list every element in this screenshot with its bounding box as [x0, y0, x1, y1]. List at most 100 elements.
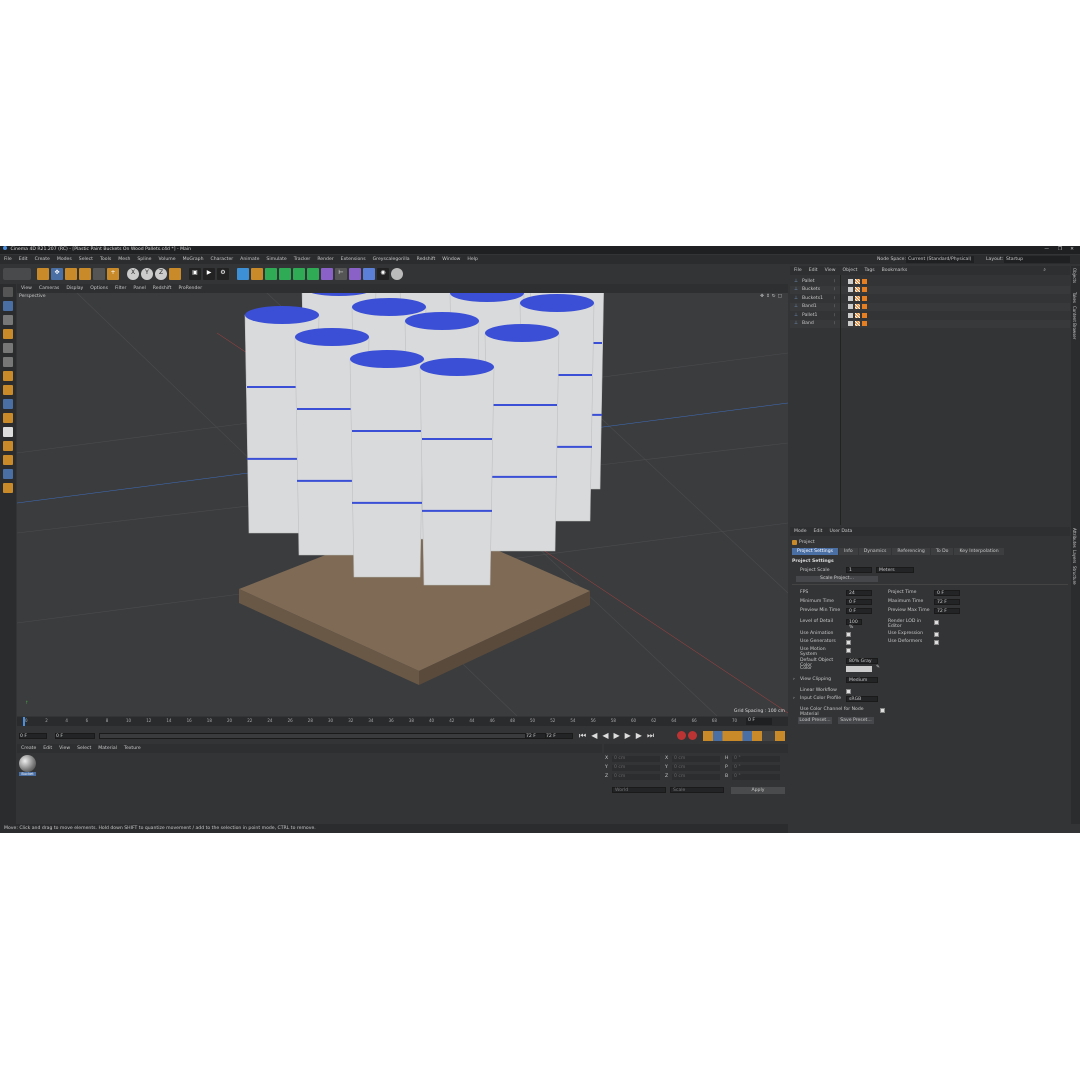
- color-swatch[interactable]: [846, 666, 872, 672]
- visibility-dots-icon[interactable]: ⁝: [834, 287, 848, 292]
- viewport-menu-display[interactable]: Display: [66, 286, 83, 291]
- undo-icon[interactable]: [3, 268, 31, 280]
- maxtime-field[interactable]: 72 F: [934, 599, 960, 605]
- clip-field[interactable]: Medium: [846, 677, 878, 683]
- object-row[interactable]: ⊥ Pallet ⁝: [790, 277, 1070, 285]
- object-name[interactable]: Buckets: [802, 287, 834, 292]
- timeline-ruler[interactable]: 0 2 4 6 8 10 12 14 16 18 20 22 24 26 28 30 32 34 36 38 40 42 4…: [17, 717, 788, 726]
- object-name[interactable]: Pallet1: [802, 313, 834, 318]
- right-tab-structure[interactable]: Structure: [1072, 566, 1077, 585]
- menu-modes[interactable]: Modes: [57, 257, 72, 262]
- x-axis-icon[interactable]: X: [127, 268, 139, 280]
- minimize-icon[interactable]: —: [1044, 246, 1049, 254]
- start2-field[interactable]: 0 F: [55, 733, 95, 739]
- object-row[interactable]: ⊥ Buckets ⁝: [790, 285, 1070, 294]
- light-icon[interactable]: [391, 268, 403, 280]
- camera-icon[interactable]: ◉: [377, 268, 389, 280]
- material-tag-icon[interactable]: [848, 278, 853, 284]
- use-deformers-checkbox[interactable]: [934, 640, 939, 645]
- right-tab-objects[interactable]: Objects: [1072, 268, 1077, 283]
- viewport-menu-view[interactable]: View: [21, 286, 32, 291]
- attr-menu-user-data[interactable]: User Data: [829, 529, 852, 534]
- right-tab-layers[interactable]: Layers: [1072, 550, 1077, 563]
- load-preset-button[interactable]: Load Preset...: [798, 717, 832, 724]
- render-settings-icon[interactable]: ⚙: [217, 268, 229, 280]
- cube-icon[interactable]: [237, 268, 249, 280]
- object-name[interactable]: Pallet: [802, 279, 834, 284]
- material-menu-edit[interactable]: Edit: [43, 746, 52, 751]
- gradient-icon[interactable]: [3, 455, 13, 465]
- coord-field[interactable]: 0 °: [732, 756, 780, 762]
- menu-tracker[interactable]: Tracker: [294, 257, 311, 262]
- axis-mode-icon[interactable]: [3, 385, 13, 395]
- attr-menu-mode[interactable]: Mode: [794, 529, 807, 534]
- recent-tool-icon[interactable]: [93, 268, 105, 280]
- material-menu-texture[interactable]: Texture: [124, 746, 141, 751]
- coord-field[interactable]: 0 °: [732, 765, 780, 771]
- coordinate-system-icon[interactable]: [169, 268, 181, 280]
- right-tab-attributes[interactable]: Attributes: [1072, 528, 1077, 548]
- texture-tag-icon[interactable]: [855, 295, 860, 301]
- model-mode-icon[interactable]: [3, 301, 13, 311]
- coord-field[interactable]: 0 °: [732, 774, 780, 780]
- texture-tag-icon[interactable]: [855, 287, 860, 292]
- expand-chevron-icon[interactable]: ›: [793, 696, 795, 701]
- material-menu-material[interactable]: Material: [98, 746, 117, 751]
- render-view-icon[interactable]: ▣: [189, 268, 201, 280]
- profile-field[interactable]: sRGB: [846, 696, 878, 702]
- playhead[interactable]: [23, 717, 25, 726]
- subdivision-icon[interactable]: [265, 268, 277, 280]
- menu-extensions[interactable]: Extensions: [341, 257, 366, 262]
- visibility-dots-icon[interactable]: ⁝: [834, 304, 848, 309]
- rotate-icon[interactable]: [79, 268, 91, 280]
- object-menu-file[interactable]: File: [794, 268, 802, 273]
- menu-animate[interactable]: Animate: [240, 257, 259, 262]
- y-axis-icon[interactable]: Y: [141, 268, 153, 280]
- attr-tab-dynamics[interactable]: Dynamics: [858, 547, 892, 555]
- menu-spline[interactable]: Spline: [137, 257, 151, 262]
- texture-tag-icon[interactable]: [855, 321, 860, 326]
- menu-tools[interactable]: Tools: [100, 257, 111, 262]
- material-bucket[interactable]: Bucket: [19, 755, 36, 777]
- material-tag-icon[interactable]: [848, 295, 853, 301]
- visibility-dots-icon[interactable]: ⁝: [834, 321, 848, 326]
- visibility-dots-icon[interactable]: ⁝: [834, 279, 848, 284]
- visibility-dots-icon[interactable]: ⁝: [834, 296, 848, 301]
- menu-mesh[interactable]: Mesh: [118, 257, 130, 262]
- object-menu-tags[interactable]: Tags: [864, 268, 874, 273]
- linear-workflow-checkbox[interactable]: [846, 689, 851, 694]
- object-name[interactable]: Band: [802, 321, 834, 326]
- material-tag-icon[interactable]: [848, 321, 853, 326]
- coord-field[interactable]: 0 cm: [672, 765, 720, 771]
- scale-field[interactable]: 1: [846, 567, 872, 573]
- menu-render[interactable]: Render: [317, 257, 333, 262]
- select-icon[interactable]: [37, 268, 49, 280]
- workplane-icon[interactable]: [3, 427, 13, 437]
- texture-tag-icon[interactable]: [855, 312, 860, 318]
- frame-range-slider[interactable]: [99, 733, 539, 739]
- playback-controls[interactable]: ⏮◀◀▶▶▶⏭: [579, 731, 659, 741]
- phong-tag-icon[interactable]: [862, 312, 867, 318]
- object-row[interactable]: ⊥ Buckets1 ⁝: [790, 294, 1070, 302]
- coord-field[interactable]: 0 cm: [672, 756, 720, 762]
- object-row[interactable]: ⊥ Band1 ⁝: [790, 302, 1070, 311]
- coord-field[interactable]: 0 cm: [612, 756, 660, 762]
- use-motion-checkbox[interactable]: [846, 648, 851, 653]
- viewport-menu-filter[interactable]: Filter: [115, 286, 126, 291]
- coord-mode-select[interactable]: World: [612, 787, 666, 793]
- search-icon[interactable]: ⌕: [1043, 267, 1046, 273]
- phong-tag-icon[interactable]: [862, 278, 867, 284]
- render-picture-icon[interactable]: ▶: [203, 268, 215, 280]
- phong-tag-icon[interactable]: [862, 295, 867, 301]
- floor-grid-icon[interactable]: [3, 469, 13, 479]
- make-editable-icon[interactable]: [3, 287, 13, 297]
- scale-icon[interactable]: [65, 268, 77, 280]
- add-icon[interactable]: +: [107, 268, 119, 280]
- mograph-icon[interactable]: [307, 268, 319, 280]
- object-row[interactable]: ⊥ Pallet1 ⁝: [790, 311, 1070, 319]
- pmin-field[interactable]: 0 F: [846, 608, 872, 614]
- attr-tab-info[interactable]: Info: [839, 547, 858, 555]
- array-icon[interactable]: [279, 268, 291, 280]
- attr-tab-to-do[interactable]: To Do: [930, 547, 954, 555]
- field-icon[interactable]: ⊢: [335, 268, 347, 280]
